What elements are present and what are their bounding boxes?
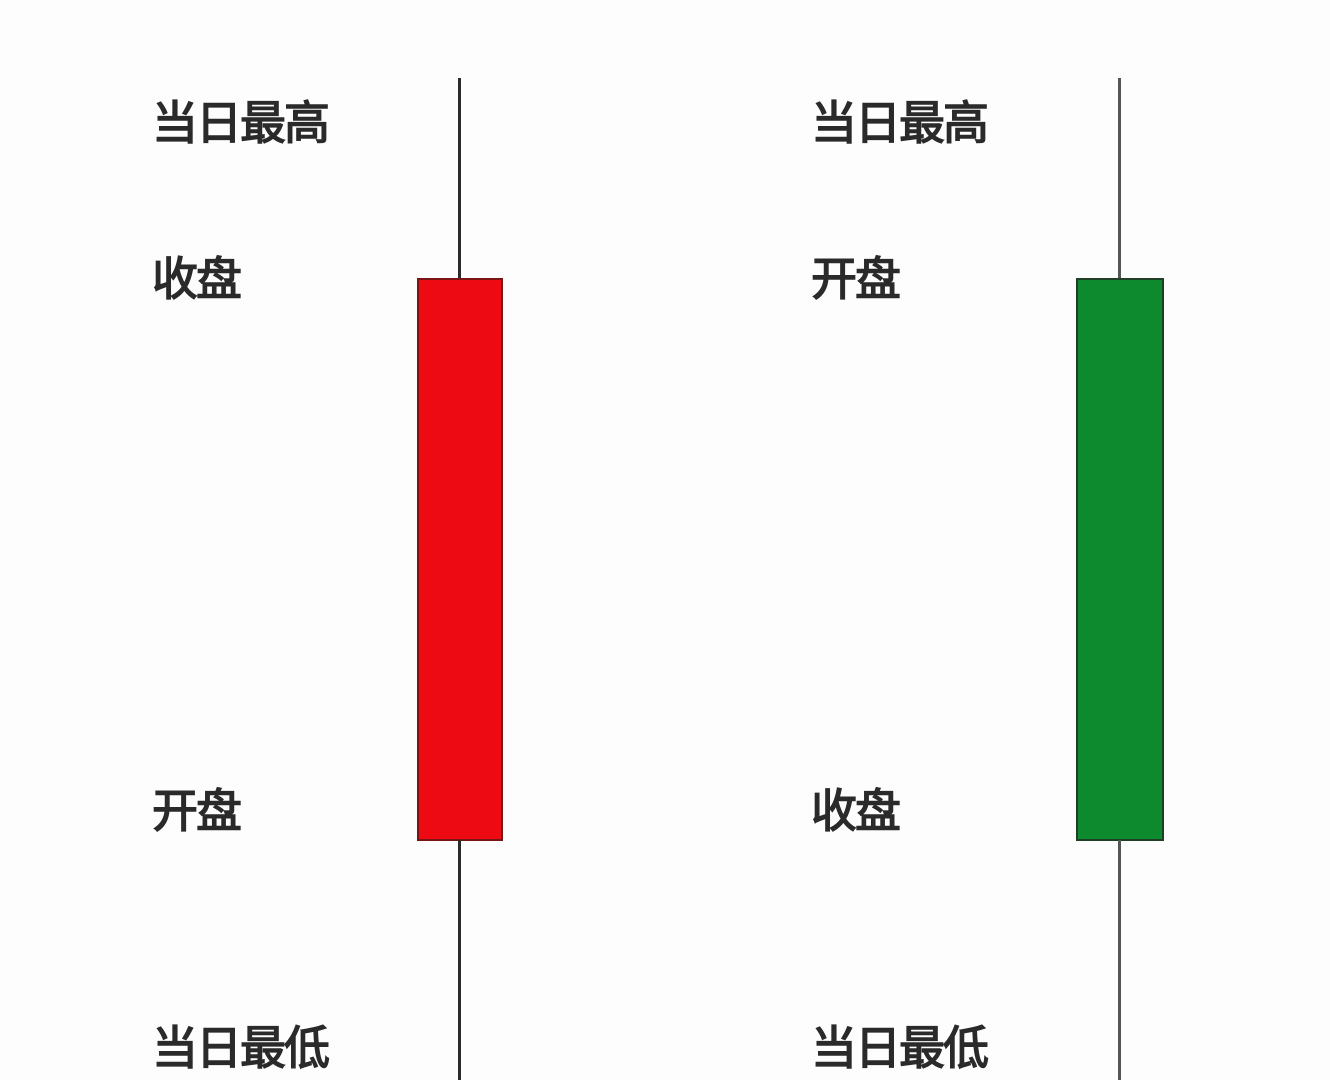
high-label: 当日最高 <box>811 96 989 150</box>
lower-wick <box>1118 840 1121 1080</box>
low-label: 当日最低 <box>152 1021 330 1075</box>
open-label: 开盘 <box>811 252 901 306</box>
close-label: 收盘 <box>152 252 242 306</box>
close-label: 收盘 <box>811 784 901 838</box>
lower-wick <box>458 840 461 1080</box>
high-label: 当日最高 <box>152 96 330 150</box>
candle-body-green <box>1076 278 1164 841</box>
upper-wick <box>458 78 461 280</box>
open-label: 开盘 <box>152 784 242 838</box>
candle-body-red <box>417 278 503 841</box>
low-label: 当日最低 <box>811 1021 989 1075</box>
upper-wick <box>1118 78 1121 280</box>
